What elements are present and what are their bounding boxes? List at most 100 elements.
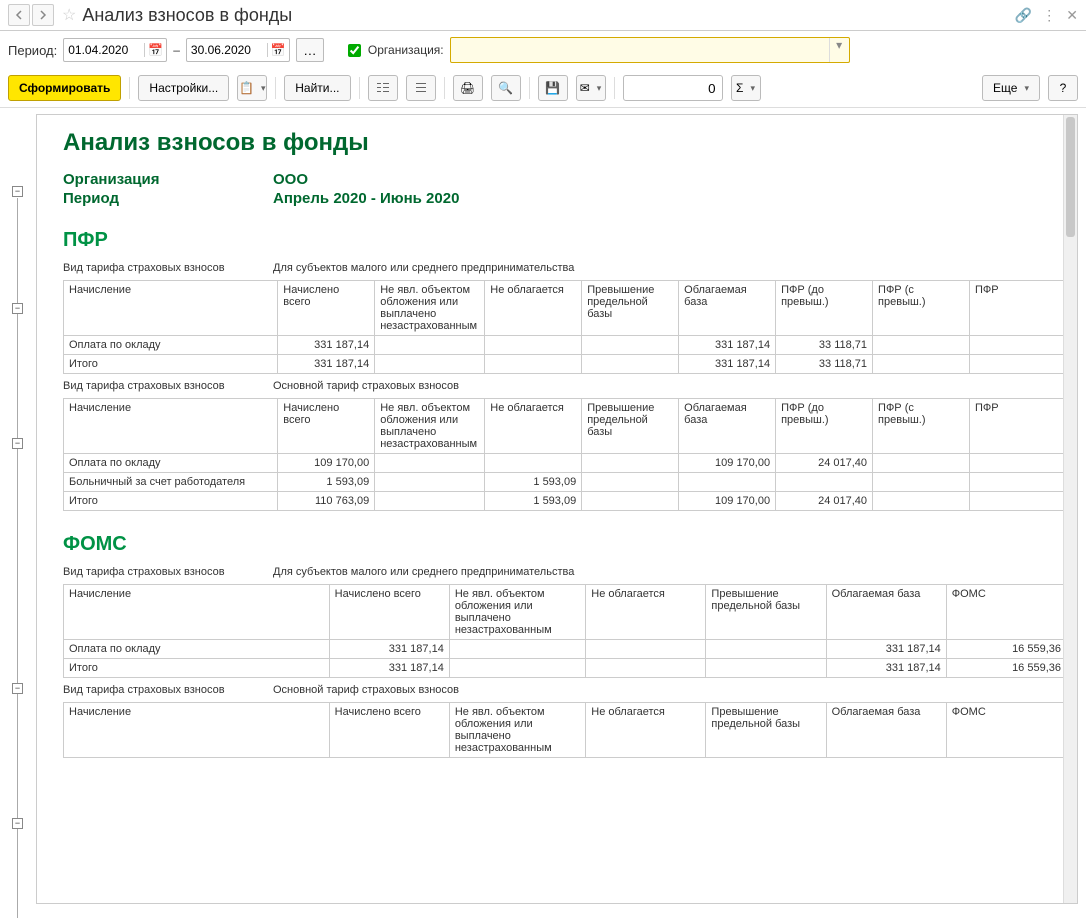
column-header: Начисление (64, 703, 330, 758)
column-header: ПФР (до превыш.) (776, 281, 873, 336)
report-area: Анализ взносов в фонды ОрганизацияОООПер… (36, 114, 1078, 904)
data-table: НачислениеНачислено всегоНе явл. объекто… (63, 702, 1067, 758)
column-header: ПФР (с превыш.) (873, 399, 970, 454)
column-header: Начисление (64, 585, 330, 640)
copy-settings-button[interactable]: 📋 (237, 75, 267, 101)
column-header: Облагаемая база (679, 399, 776, 454)
column-header: Превышение предельной базы (582, 399, 679, 454)
sum-input[interactable] (623, 75, 723, 101)
column-header: Начислено всего (329, 585, 449, 640)
tariff-value: Основной тариф страховых взносов (273, 380, 459, 392)
column-header: Не облагается (586, 703, 706, 758)
org-field[interactable] (451, 38, 829, 62)
print-button[interactable]: 🖨 (453, 75, 483, 101)
expand-tree-button[interactable] (368, 75, 398, 101)
column-header: Облагаемая база (826, 585, 946, 640)
table-row: Оплата по окладу109 170,00109 170,0024 0… (64, 454, 1067, 473)
date-from-input[interactable]: 📅 (63, 38, 167, 62)
outline-toggle[interactable]: − (12, 683, 23, 694)
table-row: Оплата по окладу331 187,14331 187,1433 1… (64, 336, 1067, 355)
column-header: Не облагается (485, 399, 582, 454)
total-row: Итого331 187,14331 187,1416 559,36 (64, 659, 1067, 678)
column-header: Начисление (64, 399, 278, 454)
sum-button[interactable]: Σ (731, 75, 761, 101)
tariff-label: Вид тарифа страховых взносов (63, 566, 273, 578)
data-table: НачислениеНачислено всегоНе явл. объекто… (63, 584, 1067, 678)
column-header: Облагаемая база (826, 703, 946, 758)
calendar-icon[interactable]: 📅 (144, 43, 166, 57)
column-header: Не облагается (485, 281, 582, 336)
date-to-input[interactable]: 📅 (186, 38, 290, 62)
section-header: ФОМС (63, 533, 1067, 556)
column-header: ФОМС (946, 703, 1066, 758)
meta-label: Период (63, 190, 273, 207)
org-checkbox[interactable] (348, 44, 361, 57)
column-header: Облагаемая база (679, 281, 776, 336)
report-title: Анализ взносов в фонды (63, 129, 1067, 157)
section-header: ПФР (63, 229, 1067, 252)
forward-button[interactable] (32, 4, 54, 26)
column-header: Не облагается (586, 585, 706, 640)
column-header: ПФР (969, 281, 1066, 336)
find-button[interactable]: Найти... (284, 75, 350, 101)
help-button[interactable]: ? (1048, 75, 1078, 101)
column-header: Начисление (64, 281, 278, 336)
date-separator: – (173, 43, 180, 57)
column-header: Превышение предельной базы (706, 585, 826, 640)
period-label: Период: (8, 43, 57, 58)
column-header: Не явл. объектом обложения или выплачено… (449, 703, 585, 758)
column-header: Превышение предельной базы (582, 281, 679, 336)
outline-toggle[interactable]: − (12, 438, 23, 449)
column-header: ПФР (до превыш.) (776, 399, 873, 454)
column-header: Начислено всего (278, 399, 375, 454)
send-button[interactable]: ✉ (576, 75, 606, 101)
favorite-star-icon[interactable]: ☆ (62, 5, 76, 25)
more-button[interactable]: Еще (982, 75, 1040, 101)
org-select[interactable]: ▾ (450, 37, 850, 63)
table-row: Больничный за счет работодателя1 593,091… (64, 473, 1067, 492)
vertical-scrollbar[interactable] (1063, 115, 1077, 903)
save-button[interactable]: 💾 (538, 75, 568, 101)
date-to-field[interactable] (187, 43, 267, 57)
settings-button[interactable]: Настройки... (138, 75, 229, 101)
outline-toggle[interactable]: − (12, 186, 23, 197)
column-header: Начислено всего (329, 703, 449, 758)
more-menu-icon[interactable]: ⋮ (1042, 7, 1056, 24)
period-picker-button[interactable]: … (296, 38, 324, 62)
tariff-label: Вид тарифа страховых взносов (63, 262, 273, 274)
column-header: ПФР (969, 399, 1066, 454)
outline-toggle[interactable]: − (12, 303, 23, 314)
column-header: Не явл. объектом обложения или выплачено… (449, 585, 585, 640)
column-header: Начислено всего (278, 281, 375, 336)
form-button[interactable]: Сформировать (8, 75, 121, 101)
data-table: НачислениеНачислено всегоНе явл. объекто… (63, 398, 1067, 511)
data-table: НачислениеНачислено всегоНе явл. объекто… (63, 280, 1067, 374)
tariff-value: Основной тариф страховых взносов (273, 684, 459, 696)
column-header: Не явл. объектом обложения или выплачено… (375, 281, 485, 336)
calendar-icon[interactable]: 📅 (267, 43, 289, 57)
tariff-value: Для субъектов малого или среднего предпр… (273, 566, 574, 578)
column-header: ФОМС (946, 585, 1066, 640)
meta-value: ООО (273, 171, 308, 188)
collapse-tree-button[interactable] (406, 75, 436, 101)
column-header: Превышение предельной базы (706, 703, 826, 758)
link-icon[interactable]: 🔗 (1015, 7, 1032, 24)
column-header: Не явл. объектом обложения или выплачено… (375, 399, 485, 454)
tariff-value: Для субъектов малого или среднего предпр… (273, 262, 574, 274)
meta-label: Организация (63, 171, 273, 188)
meta-value: Апрель 2020 - Июнь 2020 (273, 190, 459, 207)
total-row: Итого331 187,14331 187,1433 118,71 (64, 355, 1067, 374)
outline-gutter: − − − − − (2, 118, 30, 912)
date-from-field[interactable] (64, 43, 144, 57)
back-button[interactable] (8, 4, 30, 26)
table-row: Оплата по окладу331 187,14331 187,1416 5… (64, 640, 1067, 659)
close-icon[interactable]: ✕ (1066, 7, 1078, 24)
outline-toggle[interactable]: − (12, 818, 23, 829)
dropdown-icon[interactable]: ▾ (829, 38, 849, 62)
org-label: Организация: (368, 43, 444, 57)
tariff-label: Вид тарифа страховых взносов (63, 684, 273, 696)
column-header: ПФР (с превыш.) (873, 281, 970, 336)
preview-button[interactable]: 🔍 (491, 75, 521, 101)
total-row: Итого110 763,091 593,09109 170,0024 017,… (64, 492, 1067, 511)
window-title: Анализ взносов в фонды (82, 5, 1014, 26)
